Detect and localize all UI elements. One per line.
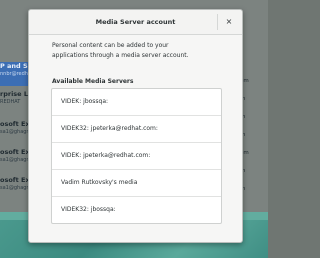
media-server-item[interactable]: VIDEK32: jbossqa: bbox=[52, 197, 221, 223]
background-item-subtitle: sa1@ghagr bbox=[0, 129, 29, 135]
dialog-description: Personal content can be added to your ap… bbox=[52, 41, 232, 61]
background-right-text: m bbox=[240, 132, 268, 146]
background-item-subtitle: nnbr@redhat bbox=[0, 71, 30, 77]
background-item-title: osoft Ex bbox=[0, 120, 30, 128]
background-item-title: osoft Ex bbox=[0, 148, 30, 156]
background-right-text: om bbox=[240, 150, 249, 156]
background-list-item: osoft Ex sa1@ghagr bbox=[0, 120, 30, 144]
media-server-item[interactable]: VIDEK: jpeterka@redhat.com: bbox=[52, 143, 221, 170]
background-item-subtitle: REDHAT bbox=[0, 99, 21, 105]
background-item-subtitle: sa1@ghagr bbox=[0, 185, 29, 191]
background-item-title: P and SM bbox=[0, 62, 30, 70]
background-right-text: om bbox=[240, 78, 249, 84]
background-list-item: osoft Ex sa1@ghagr bbox=[0, 176, 30, 200]
titlebar-separator bbox=[217, 14, 218, 30]
description-line: applications through a media server acco… bbox=[52, 52, 189, 59]
background-item-subtitle: sa1@ghagr bbox=[0, 157, 29, 163]
media-server-label: VIDEK: jpeterka@redhat.com: bbox=[61, 152, 151, 159]
section-title: Available Media Servers bbox=[52, 78, 134, 85]
dialog-title: Media Server account bbox=[95, 18, 176, 26]
dialog-titlebar: Media Server account × bbox=[29, 10, 242, 35]
media-server-item[interactable]: VIDEK: jbossqa: bbox=[52, 89, 221, 116]
media-server-label: VIDEK: jbossqa: bbox=[61, 98, 109, 105]
media-server-label: Vadim Rutkovsky's media bbox=[61, 179, 138, 186]
close-icon[interactable]: × bbox=[222, 15, 236, 29]
media-server-item[interactable]: Vadim Rutkovsky's media bbox=[52, 170, 221, 197]
background-account-list: P and SM nnbr@redhat rprise Li REDHAT os… bbox=[0, 62, 30, 212]
media-server-label: VIDEK32: jbossqa: bbox=[61, 206, 116, 213]
background-item-title: osoft Ex bbox=[0, 176, 30, 184]
background-list-item: P and SM nnbr@redhat bbox=[0, 62, 30, 86]
background-item-title: rprise Li bbox=[0, 90, 30, 98]
background-right-text: m bbox=[240, 96, 268, 110]
background-right-text: m bbox=[240, 186, 268, 200]
media-server-list: VIDEK: jbossqa: VIDEK32: jpeterka@redhat… bbox=[51, 88, 222, 224]
media-server-label: VIDEK32: jpeterka@redhat.com: bbox=[61, 125, 158, 132]
media-server-account-dialog: Media Server account × Personal content … bbox=[28, 9, 243, 243]
background-list-item: osoft Ex sa1@ghagr bbox=[0, 148, 30, 172]
background-right-text: m bbox=[240, 114, 268, 128]
media-server-item[interactable]: VIDEK32: jpeterka@redhat.com: bbox=[52, 116, 221, 143]
background-right-text: m bbox=[240, 168, 268, 182]
background-list-item: rprise Li REDHAT bbox=[0, 90, 30, 114]
description-line: Personal content can be added to your bbox=[52, 42, 169, 49]
